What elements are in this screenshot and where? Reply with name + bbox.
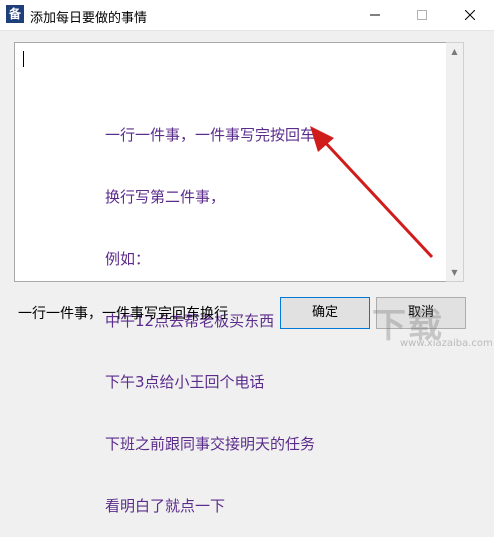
- ok-button[interactable]: 确定: [280, 297, 370, 329]
- watermark-url: www.xiazaiba.com: [400, 338, 493, 349]
- hint-label: 一行一件事，一件事写完回车换行: [18, 306, 228, 322]
- instruction-line: 下班之前跟同事交接明天的任务: [105, 435, 316, 454]
- instruction-line: 下午3点给小王回个电话: [105, 373, 265, 392]
- instruction-line: 看明白了就点一下: [105, 496, 226, 515]
